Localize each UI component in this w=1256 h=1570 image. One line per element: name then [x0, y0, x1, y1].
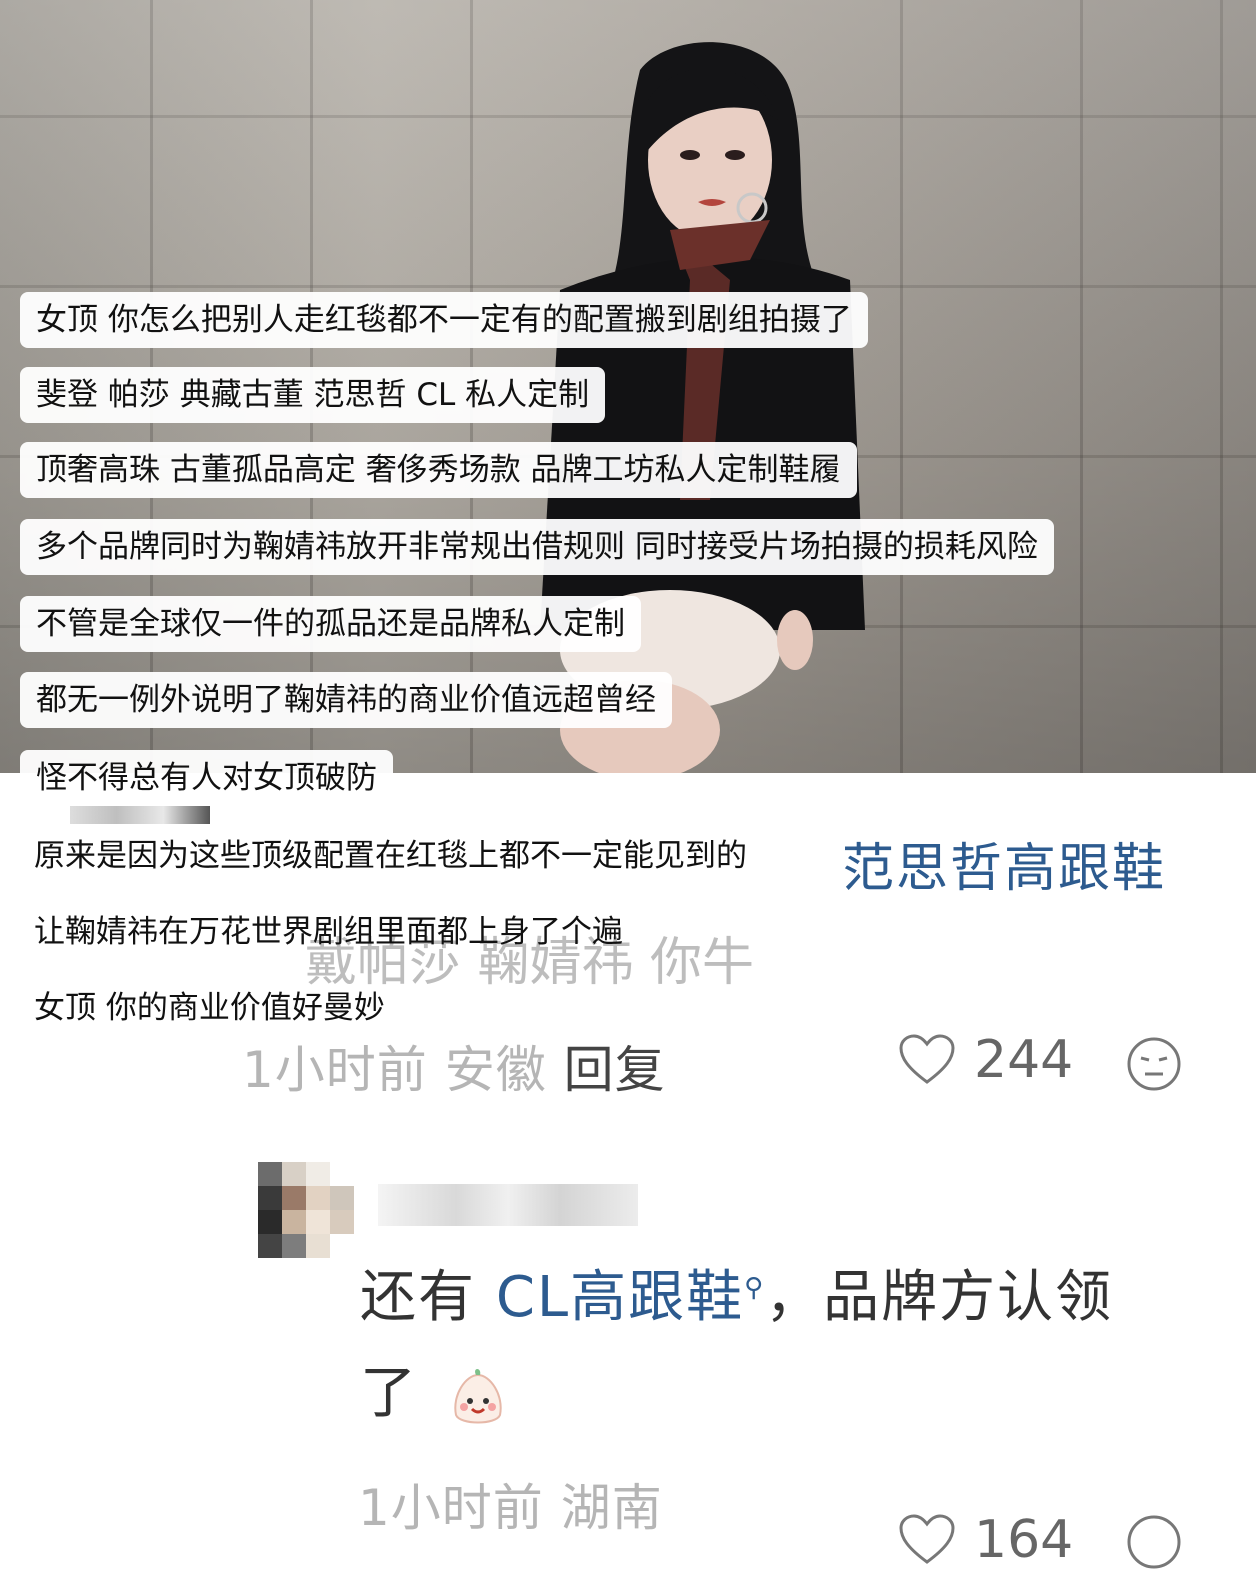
overlay-caption-10: 女顶 你的商业价值好曼妙 [34, 990, 385, 1026]
comment1-like-button[interactable]: 244 [898, 1030, 1073, 1090]
overlay-caption-7: 怪不得总有人对女顶破防 [20, 750, 393, 806]
comment2-text-end: 了 [360, 1361, 418, 1426]
comment2-meta: 1小时前 湖南 [358, 1468, 663, 1540]
versace-heels-link[interactable]: 范思哲高跟鞋 [842, 826, 1166, 901]
comment2-text-prefix: 还有 [360, 1265, 496, 1330]
overlay-caption-1: 女顶 你怎么把别人走红毯都不一定有的配置搬到剧组拍摄了 [20, 292, 868, 348]
comment1-meta: 1小时前 安徽 回复 [242, 1030, 666, 1102]
overlay-caption-4: 多个品牌同时为鞠婧祎放开非常规出借规则 同时接受片场拍摄的损耗风险 [20, 519, 1054, 575]
heart-icon [899, 1034, 955, 1084]
redacted-username [378, 1184, 638, 1226]
comment1-like-count: 244 [974, 1030, 1074, 1090]
overlay-caption-6: 都无一例外说明了鞠婧祎的商业价值远超曾经 [20, 672, 672, 728]
overlay-caption-3: 顶奢高珠 古董孤品高定 奢侈秀场款 品牌工坊私人定制鞋履 [20, 442, 857, 498]
comment1-location: 安徽 [444, 1041, 547, 1099]
comment2-like-button[interactable]: 164 [898, 1510, 1073, 1570]
comment2-text-suffix: ，品牌方认领 [765, 1265, 1114, 1330]
dislike-face-icon[interactable] [1126, 1514, 1182, 1570]
comment1-time: 1小时前 [242, 1041, 428, 1099]
avatar[interactable] [258, 1162, 354, 1258]
comment2-location: 湖南 [560, 1479, 663, 1537]
smile-emoji-icon [454, 1368, 502, 1424]
overlay-caption-9: 让鞠婧祎在万花世界剧组里面都上身了个遍 [34, 914, 623, 950]
overlay-caption-5: 不管是全球仅一件的孤品还是品牌私人定制 [20, 596, 641, 652]
redacted-username [70, 806, 210, 824]
overlay-caption-8: 原来是因为这些顶级配置在红毯上都不一定能见到的 [34, 838, 747, 874]
search-icon: ⚲ [744, 1273, 766, 1303]
comment2-like-count: 164 [974, 1510, 1074, 1570]
heart-icon [899, 1514, 955, 1564]
comment2-text: 还有 CL高跟鞋⚲，品牌方认领 了 [360, 1250, 1220, 1442]
reply-button[interactable]: 回复 [564, 1041, 666, 1099]
dislike-face-icon[interactable] [1126, 1036, 1182, 1092]
overlay-caption-2: 斐登 帕莎 典藏古董 范思哲 CL 私人定制 [20, 367, 606, 423]
comment2-time: 1小时前 [358, 1479, 544, 1537]
cl-heels-link[interactable]: CL高跟鞋 [496, 1265, 744, 1330]
